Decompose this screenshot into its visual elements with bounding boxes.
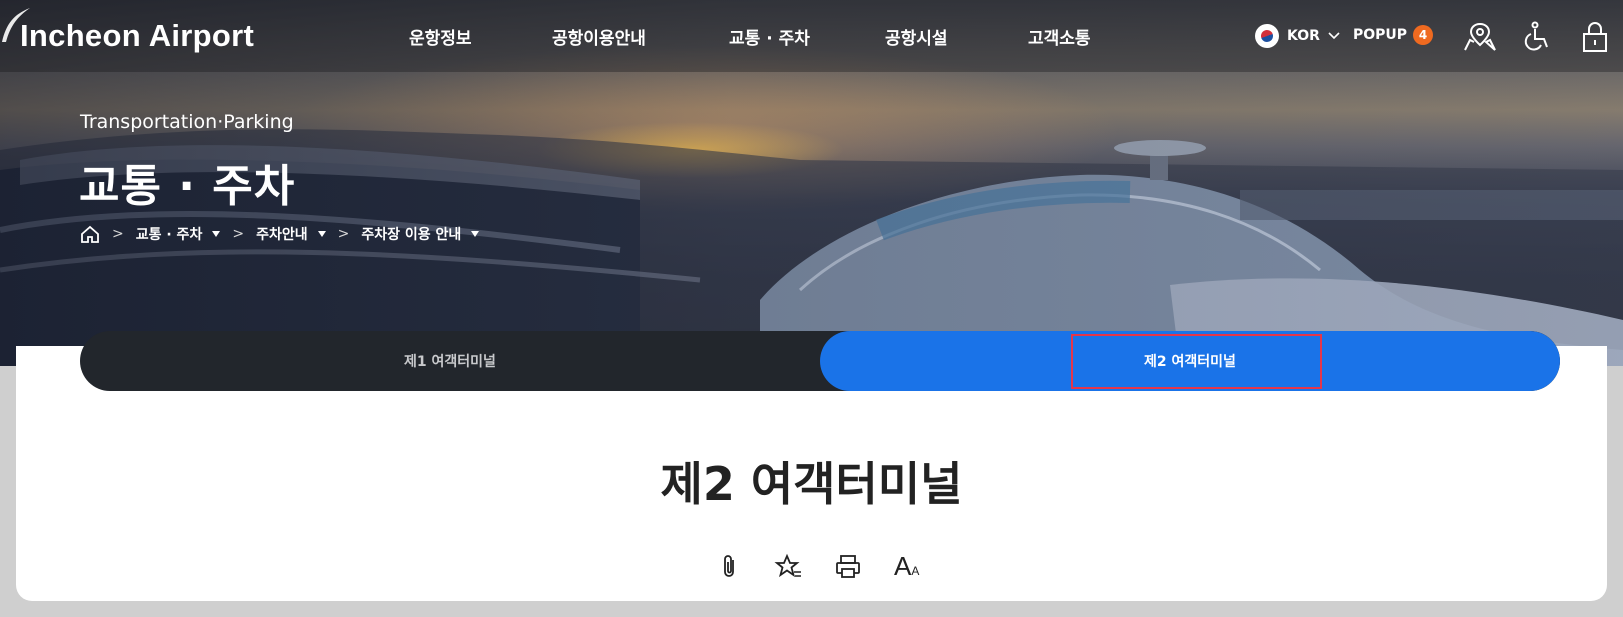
wheelchair-icon[interactable] xyxy=(1522,20,1552,54)
caret-down-icon xyxy=(471,231,480,237)
nav-flight-info[interactable]: 운항정보 xyxy=(409,24,472,49)
caret-down-icon xyxy=(212,231,221,237)
breadcrumb-label: 주차장 이용 안내 xyxy=(361,227,462,243)
site-header: Incheon Airport 운항정보 공항이용안내 교통 · 주차 공항시설… xyxy=(0,0,1623,72)
breadcrumb-item-transport[interactable]: 교통 · 주차 xyxy=(136,224,221,244)
nav-transport-parking[interactable]: 교통 · 주차 xyxy=(729,24,810,49)
home-icon[interactable] xyxy=(80,225,100,244)
nav-customer[interactable]: 고객소통 xyxy=(1028,24,1091,49)
tab-terminal-1[interactable]: 제1 여객터미널 xyxy=(80,331,820,391)
caret-down-icon xyxy=(317,231,326,237)
site-logo[interactable]: Incheon Airport xyxy=(20,18,254,54)
selection-highlight xyxy=(1071,334,1322,389)
font-size-small-glyph: A xyxy=(911,564,920,578)
breadcrumb-label: 교통 · 주차 xyxy=(135,227,203,243)
popup-button[interactable]: POPUP 4 xyxy=(1353,25,1434,45)
breadcrumb: > 교통 · 주차 > 주차안내 > 주차장 이용 안내 xyxy=(80,224,480,244)
font-size-icon[interactable]: AA xyxy=(894,551,919,582)
breadcrumb-item-parking-guide[interactable]: 주차안내 xyxy=(256,224,326,244)
terminal-tabs: 제1 여객터미널 제2 여객터미널 xyxy=(80,331,1560,391)
nav-facilities[interactable]: 공항시설 xyxy=(885,24,948,49)
page: Incheon Airport 운항정보 공항이용안내 교통 · 주차 공항시설… xyxy=(0,0,1623,617)
language-selector[interactable]: KOR xyxy=(1255,24,1340,48)
breadcrumb-separator-icon: > xyxy=(337,226,350,242)
favorite-icon[interactable] xyxy=(774,553,804,581)
section-heading: 제2 여객터미널 xyxy=(660,457,963,511)
breadcrumb-separator-icon: > xyxy=(232,226,245,242)
popup-label: POPUP xyxy=(1353,27,1408,43)
lock-icon[interactable] xyxy=(1580,20,1610,54)
map-pin-icon[interactable] xyxy=(1462,20,1498,54)
hero-subtitle: Transportation·Parking xyxy=(80,111,294,133)
breadcrumb-item-parking-usage[interactable]: 주차장 이용 안내 xyxy=(361,224,480,244)
nav-airport-guide[interactable]: 공항이용안내 xyxy=(552,24,646,49)
language-label: KOR xyxy=(1287,28,1320,44)
font-size-large-glyph: A xyxy=(894,551,912,581)
korea-flag-icon xyxy=(1255,24,1279,48)
page-title: 교통 · 주차 xyxy=(79,161,296,212)
print-icon[interactable] xyxy=(834,553,862,581)
breadcrumb-separator-icon: > xyxy=(112,226,124,242)
attach-icon[interactable] xyxy=(718,553,742,581)
breadcrumb-label: 주차안내 xyxy=(256,227,308,243)
popup-count-badge: 4 xyxy=(1413,25,1434,45)
chevron-down-icon xyxy=(1328,32,1340,40)
